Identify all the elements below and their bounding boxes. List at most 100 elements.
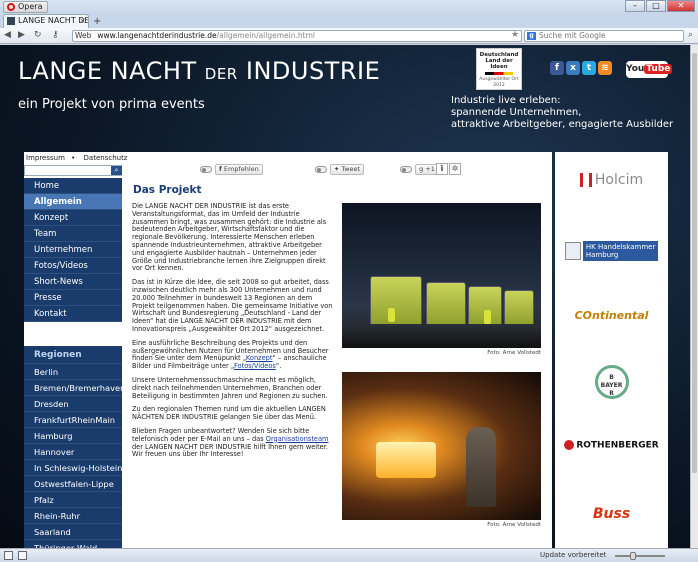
zoom-slider[interactable]: [615, 555, 665, 557]
status-text: Update vorbereitet: [540, 551, 607, 559]
region-item[interactable]: Dresden: [24, 396, 122, 412]
new-tab-icon[interactable]: +: [93, 16, 101, 27]
impressum-link[interactable]: Impressum: [26, 154, 65, 162]
paragraph: Eine ausführliche Beschreibung des Proje…: [132, 338, 329, 371]
photo-caption: Foto: Arne Vollstedt: [487, 350, 541, 356]
facebook-toggle[interactable]: [200, 166, 212, 173]
main-menu: Home Allgemein Konzept Team Unternehmen …: [24, 178, 122, 322]
search-icon[interactable]: ⌕: [111, 166, 122, 175]
top-links: Impressum • Datenschutz: [26, 154, 128, 162]
gplus-icon: g: [419, 165, 424, 173]
tab-bar: LANGE NACHT DER IN... × +: [0, 14, 698, 28]
header-tagline: Industrie live erleben: spannende Untern…: [451, 95, 674, 130]
site-title[interactable]: LANGE NACHT DER INDUSTRIE: [18, 57, 380, 85]
address-field[interactable]: Web www.langenachtderindustrie.de/allgeme…: [72, 30, 522, 42]
xing-icon[interactable]: x: [566, 61, 580, 75]
region-item[interactable]: Rhein-Ruhr: [24, 508, 122, 524]
paragraph: Unsere Unternehmenssuchmaschine macht es…: [132, 375, 328, 400]
sponsor-column: Holcim HK Handelskammer Hamburg COntinent…: [555, 152, 668, 548]
land-der-ideen-badge[interactable]: Deutschland Land der Ideen Ausgewählter …: [476, 48, 522, 90]
buss-logo[interactable]: Buss: [555, 506, 668, 522]
datenschutz-link[interactable]: Datenschutz: [84, 154, 128, 162]
facebook-like-button[interactable]: f Empfehlen: [215, 164, 263, 175]
menu-item-team[interactable]: Team: [24, 226, 122, 242]
panel-toggle-icon[interactable]: [4, 551, 13, 560]
window-controls: – □ ✕: [625, 0, 695, 12]
site-search-input[interactable]: ⌕: [24, 165, 122, 176]
menu-item-kontakt[interactable]: Kontakt: [24, 306, 122, 322]
handelskammer-logo[interactable]: HK Handelskammer Hamburg: [555, 241, 668, 261]
region-item[interactable]: Hannover: [24, 444, 122, 460]
close-tab-icon[interactable]: ×: [79, 16, 86, 25]
search-field[interactable]: g Suche mit Google: [524, 30, 684, 42]
twitter-toggle[interactable]: [314, 166, 327, 173]
close-window-icon[interactable]: ✕: [667, 0, 695, 12]
holcim-logo[interactable]: Holcim: [555, 172, 668, 188]
window-titlebar: Opera – □ ✕: [0, 0, 698, 14]
facebook-icon: f: [219, 165, 222, 173]
menu-item-short-news[interactable]: Short-News: [24, 274, 122, 290]
zoom-slider-knob[interactable]: [630, 552, 636, 560]
back-icon[interactable]: ◀: [4, 30, 11, 40]
rothenberger-mark-icon: [564, 440, 575, 450]
region-item[interactable]: Thüringer Wald: [24, 540, 122, 548]
maximize-icon[interactable]: □: [646, 0, 666, 12]
region-item[interactable]: Ostwestfalen-Lippe: [24, 476, 122, 492]
region-item[interactable]: Berlin: [24, 364, 122, 380]
bayer-logo[interactable]: B BAYER R: [555, 365, 668, 399]
menu-item-allgemein[interactable]: Allgemein: [24, 194, 122, 210]
region-item[interactable]: Hamburg: [24, 428, 122, 444]
rss-icon[interactable]: ≋: [598, 61, 612, 75]
tweet-button[interactable]: ✦ Tweet: [329, 164, 365, 175]
region-item[interactable]: In Schleswig-Holstein: [24, 460, 122, 476]
forward-icon[interactable]: ▶: [18, 30, 25, 40]
key-icon[interactable]: ⚷: [52, 30, 59, 40]
menu-item-presse[interactable]: Presse: [24, 290, 122, 306]
address-toolbar: ◀ ▶ ↻ ⚷ Web www.langenachtderindustrie.de…: [0, 28, 698, 44]
gear-icon[interactable]: ✲: [449, 163, 461, 175]
paragraph: Das ist in Kürze die Idee, die seit 2008…: [132, 278, 333, 333]
status-bar: Update vorbereitet: [0, 548, 698, 562]
google-icon: g: [527, 32, 536, 40]
menu-item-home[interactable]: Home: [24, 178, 122, 194]
paragraph: Die LANGE NACHT DER INDUSTRIE ist das er…: [132, 202, 327, 273]
paragraph: Blieben Fragen unbeantwortet? Wenden Sie…: [132, 426, 329, 459]
youtube-logo[interactable]: You Tube: [626, 61, 673, 78]
minimize-icon[interactable]: –: [625, 0, 645, 12]
region-item[interactable]: Saarland: [24, 524, 122, 540]
twitter-icon[interactable]: t: [582, 61, 596, 75]
reload-icon[interactable]: ↻: [34, 30, 42, 40]
facebook-icon[interactable]: f: [550, 61, 564, 75]
konzept-link[interactable]: Konzept: [246, 354, 273, 362]
photo-caption: Foto: Arne Vollstedt: [487, 522, 541, 528]
menu-item-unternehmen[interactable]: Unternehmen: [24, 242, 122, 258]
vertical-scrollbar[interactable]: [690, 45, 698, 548]
region-item[interactable]: Pfalz: [24, 492, 122, 508]
regions-menu: Regionen Berlin Bremen/Bremerhaven Dresd…: [24, 346, 122, 548]
rothenberger-logo[interactable]: ROTHENBERGER: [555, 440, 668, 451]
speed-dial-icon[interactable]: [18, 551, 27, 560]
info-icon[interactable]: i: [436, 163, 448, 175]
favicon-icon: [7, 17, 15, 25]
hamburg-crest-icon: [564, 242, 581, 260]
region-item[interactable]: Bremen/Bremerhaven: [24, 380, 122, 396]
organisationsteam-link[interactable]: Organisationsteam: [266, 435, 329, 443]
menu-item-konzept[interactable]: Konzept: [24, 210, 122, 226]
scrollbar-thumb[interactable]: [692, 53, 697, 473]
gplus-toggle[interactable]: [400, 166, 413, 173]
region-item[interactable]: FrankfurtRheinMain: [24, 412, 122, 428]
continental-logo[interactable]: COntinental: [555, 309, 668, 322]
menu-item-fotos-videos[interactable]: Fotos/Videos: [24, 258, 122, 274]
bookmark-star-icon[interactable]: ★: [511, 30, 519, 40]
fotos-videos-link[interactable]: Fotos/Videos: [234, 362, 276, 370]
holcim-mark-icon: [579, 173, 592, 187]
social-share-toolbar: f Empfehlen ✦ Tweet g +1: [200, 164, 439, 175]
page-title: Das Projekt: [133, 184, 202, 196]
search-magnifier-icon[interactable]: ⌕: [688, 30, 693, 40]
opera-menu-button[interactable]: Opera: [3, 1, 48, 13]
twitter-bird-icon: ✦: [333, 165, 340, 173]
bus-photo: [342, 203, 541, 348]
page-viewport: LANGE NACHT DER INDUSTRIE ein Projekt vo…: [0, 45, 690, 548]
tab-lange-nacht[interactable]: LANGE NACHT DER IN... ×: [3, 14, 89, 28]
foundry-photo: [342, 372, 541, 520]
